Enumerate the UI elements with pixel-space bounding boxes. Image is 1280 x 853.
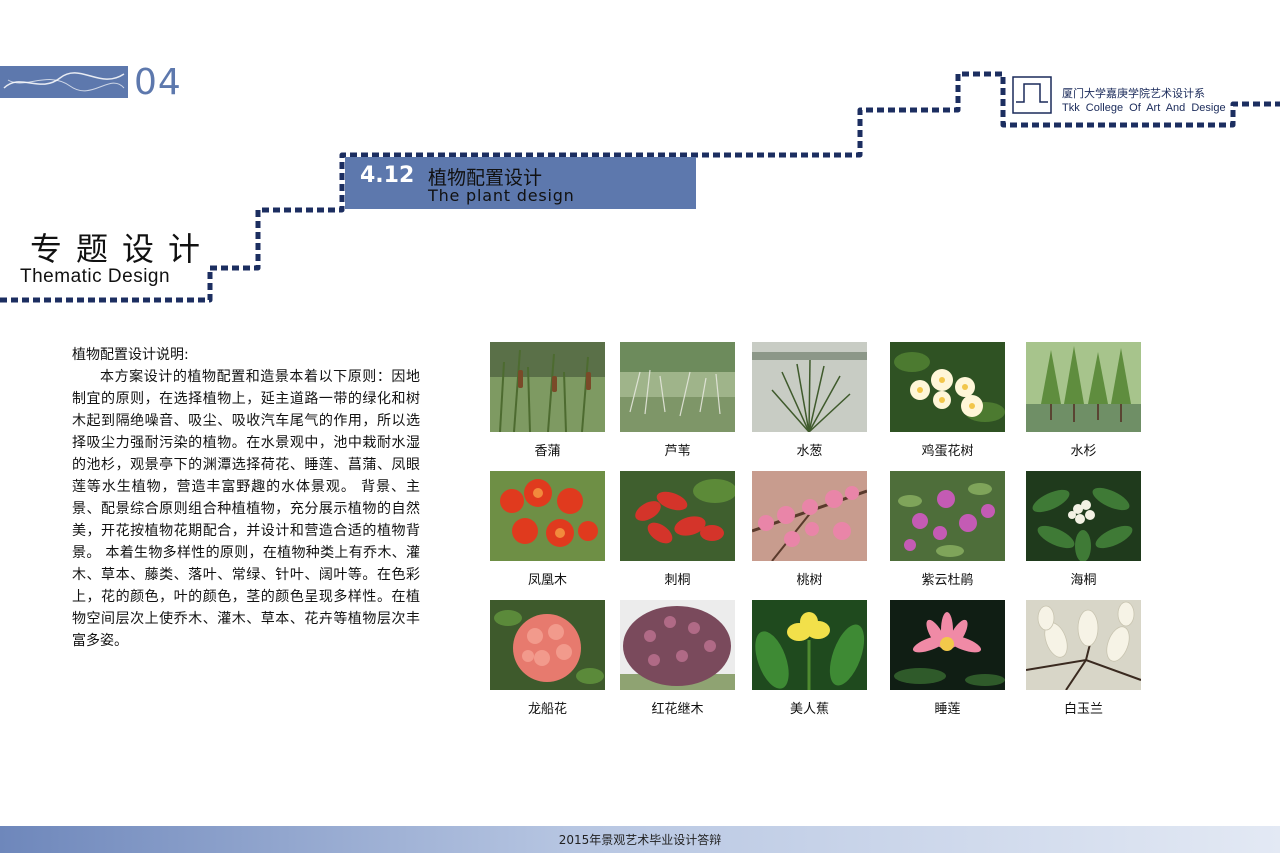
- plant-label: 水杉: [1070, 444, 1097, 459]
- plant-label: 鸡蛋花树: [921, 444, 974, 459]
- metasequoia-photo-icon: [1026, 342, 1141, 432]
- plant-grid: 香蒲 芦苇 水葱 鸡蛋花树 水杉 凤凰木 刺桐 桃树 紫云杜鹃 海桐 龙船花 红…: [490, 342, 1150, 722]
- plant-label: 水葱: [796, 444, 823, 459]
- section-number: 04: [134, 62, 182, 103]
- plant-label: 红花继木: [651, 702, 704, 717]
- plant-label: 紫云杜鹃: [921, 573, 974, 588]
- plant-label: 桃树: [796, 573, 823, 588]
- magnolia-photo-icon: [1026, 600, 1141, 690]
- plant-card-cattail: 香蒲: [490, 342, 605, 459]
- plant-label: 睡莲: [934, 702, 961, 717]
- plant-card-frangipani: 鸡蛋花树: [890, 342, 1005, 459]
- page-title-en: The plant design: [428, 186, 575, 205]
- thematic-title-en: Thematic Design: [20, 266, 171, 287]
- plant-label: 凤凰木: [527, 573, 567, 588]
- plant-card-flame-tree: 凤凰木: [490, 471, 605, 588]
- plant-card-peach-tree: 桃树: [752, 471, 867, 588]
- plant-card-ixora: 龙船花: [490, 600, 605, 717]
- college-name-cn: 厦门大学嘉庚学院艺术设计系: [1062, 87, 1205, 100]
- thematic-title-cn: 专题设计: [30, 230, 215, 268]
- plant-label: 白玉兰: [1063, 702, 1103, 717]
- frangipani-photo-icon: [890, 342, 1005, 432]
- section-badge: [0, 66, 128, 98]
- plant-card-canna: 美人蕉: [752, 600, 867, 717]
- plant-card-water-lily: 睡莲: [890, 600, 1005, 717]
- plant-card-magnolia: 白玉兰: [1026, 600, 1141, 717]
- plant-label: 龙船花: [527, 702, 567, 717]
- plant-card-pittosporum: 海桐: [1026, 471, 1141, 588]
- page-title-number: 4.12: [360, 163, 415, 188]
- canna-photo-icon: [752, 600, 867, 690]
- footer-text: 2015年景观艺术毕业设计答辩: [558, 833, 722, 847]
- college-logo-icon: [1012, 76, 1052, 114]
- peach-tree-photo-icon: [752, 471, 867, 561]
- flame-tree-photo-icon: [490, 471, 605, 561]
- plant-label: 芦苇: [664, 444, 691, 459]
- plant-label: 美人蕉: [789, 702, 829, 717]
- plant-label: 海桐: [1070, 573, 1097, 588]
- cattail-photo-icon: [490, 342, 605, 432]
- description-body: 本方案设计的植物配置和造景本着以下原则：因地制宜的原则，在选择植物上，延主道路一…: [72, 369, 420, 649]
- loropetalum-photo-icon: [620, 600, 735, 690]
- plant-card-metasequoia: 水杉: [1026, 342, 1141, 459]
- pittosporum-photo-icon: [1026, 471, 1141, 561]
- reed-photo-icon: [620, 342, 735, 432]
- ixora-photo-icon: [490, 600, 605, 690]
- plant-card-loropetalum: 红花继木: [620, 600, 735, 717]
- water-lily-photo-icon: [890, 600, 1005, 690]
- coral-tree-photo-icon: [620, 471, 735, 561]
- plant-card-purple-azalea: 紫云杜鹃: [890, 471, 1005, 588]
- description-heading: 植物配置设计说明:: [72, 347, 189, 363]
- plant-label: 香蒲: [534, 444, 561, 459]
- plant-card-bulrush: 水葱: [752, 342, 867, 459]
- bulrush-photo-icon: [752, 342, 867, 432]
- plant-card-coral-tree: 刺桐: [620, 471, 735, 588]
- purple-azalea-photo-icon: [890, 471, 1005, 561]
- hand-sketch-icon: [3, 72, 125, 92]
- college-name-en: Tkk College Of Art And Desige: [1062, 102, 1226, 114]
- plant-card-reed: 芦苇: [620, 342, 735, 459]
- plant-label: 刺桐: [664, 573, 691, 588]
